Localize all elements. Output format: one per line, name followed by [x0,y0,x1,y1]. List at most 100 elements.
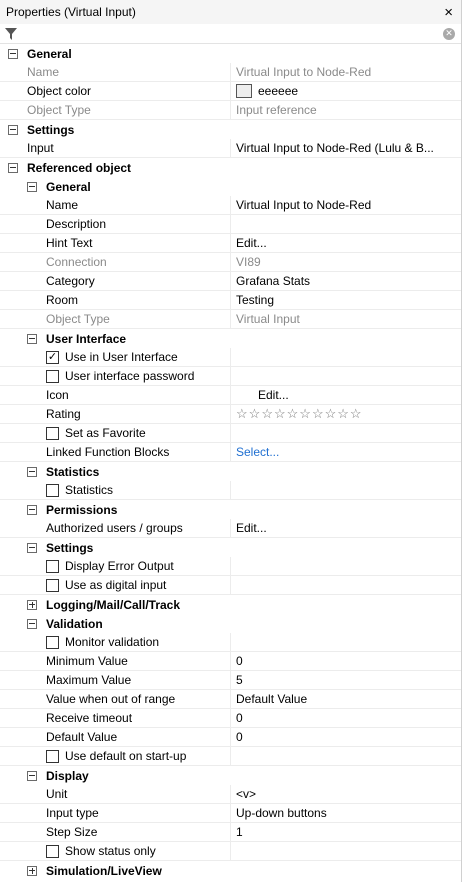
property-value[interactable]: Virtual Input to Node-Red [231,196,461,214]
property-row-error-output[interactable]: Display Error Output [0,557,461,576]
use-in-ui-checkbox[interactable]: ✓ [46,350,59,364]
icon-edit-link[interactable]: Edit... [231,386,461,404]
property-value[interactable]: 0 [231,652,461,670]
property-value[interactable]: 5 [231,671,461,689]
property-row-object-type[interactable]: Object Type Virtual Input [0,310,461,329]
property-value[interactable]: eeeeee [231,82,461,100]
property-row-default-value[interactable]: Default Value 0 [0,728,461,747]
collapse-icon[interactable] [27,618,37,629]
collapse-icon[interactable] [8,124,18,135]
subcategory-settings[interactable]: Settings [0,538,461,557]
status-only-checkbox[interactable] [46,844,59,858]
subcategory-logging[interactable]: Logging/Mail/Call/Track [0,595,461,614]
star-icon[interactable]: ☆ [325,406,337,422]
subcategory-statistics[interactable]: Statistics [0,462,461,481]
property-row-room[interactable]: Room Testing [0,291,461,310]
clear-filter-icon[interactable]: ✕ [443,27,455,40]
star-icon[interactable]: ☆ [287,406,299,422]
property-row-minimum-value[interactable]: Minimum Value 0 [0,652,461,671]
star-icon[interactable]: ☆ [274,406,286,422]
property-row-statistics[interactable]: Statistics [0,481,461,500]
property-row-linked-blocks[interactable]: Linked Function Blocks Select... [0,443,461,462]
subcategory-simulation[interactable]: Simulation/LiveView [0,861,461,880]
property-row-ui-password[interactable]: User interface password [0,367,461,386]
ui-password-checkbox[interactable] [46,369,59,383]
property-label: Unit [0,785,231,803]
collapse-icon[interactable] [8,48,18,59]
filter-input[interactable] [22,25,443,42]
subcategory-user-interface[interactable]: User Interface [0,329,461,348]
authorized-edit-link[interactable]: Edit... [231,519,461,537]
collapse-icon[interactable] [27,504,37,515]
collapse-icon[interactable] [27,466,37,477]
expand-icon[interactable] [27,865,37,876]
property-row-unit[interactable]: Unit <v> [0,785,461,804]
star-icon[interactable]: ☆ [337,406,349,422]
property-row-object-color[interactable]: Object color eeeeee [0,82,461,101]
close-icon[interactable]: × [444,5,453,20]
property-value[interactable]: <v> [231,785,461,803]
property-row-status-only[interactable]: Show status only [0,842,461,861]
star-icon[interactable]: ☆ [350,406,362,422]
property-value[interactable] [231,215,461,233]
digital-input-checkbox[interactable] [46,578,59,592]
property-row-description[interactable]: Description [0,215,461,234]
property-row-category[interactable]: Category Grafana Stats [0,272,461,291]
property-value[interactable]: Virtual Input to Node-Red (Lulu & B... [231,139,461,157]
expand-icon[interactable] [27,599,37,610]
category-settings[interactable]: Settings [0,120,461,139]
property-row-object-type[interactable]: Object Type Input reference [0,101,461,120]
property-value[interactable]: Up-down buttons [231,804,461,822]
error-output-checkbox[interactable] [46,559,59,573]
subcategory-validation[interactable]: Validation [0,614,461,633]
category-general[interactable]: General [0,44,461,63]
property-row-icon[interactable]: Icon Edit... [0,386,461,405]
property-row-hint-text[interactable]: Hint Text Edit... [0,234,461,253]
star-icon[interactable]: ☆ [261,406,273,422]
favorite-checkbox[interactable] [46,426,59,440]
star-icon[interactable]: ☆ [312,406,324,422]
hint-edit-link[interactable]: Edit... [231,234,461,252]
star-rating[interactable]: ☆ ☆ ☆ ☆ ☆ ☆ ☆ ☆ ☆ ☆ [236,406,362,422]
property-row-connection[interactable]: Connection VI89 [0,253,461,272]
star-icon[interactable]: ☆ [236,406,248,422]
property-row-step-size[interactable]: Step Size 1 [0,823,461,842]
property-row-use-default[interactable]: Use default on start-up [0,747,461,766]
property-row-maximum-value[interactable]: Maximum Value 5 [0,671,461,690]
property-row-use-in-ui[interactable]: ✓ Use in User Interface [0,348,461,367]
star-icon[interactable]: ☆ [299,406,311,422]
property-row-input[interactable]: Input Virtual Input to Node-Red (Lulu & … [0,139,461,158]
property-row-name[interactable]: Name Virtual Input to Node-Red [0,63,461,82]
rating-stars[interactable]: ☆ ☆ ☆ ☆ ☆ ☆ ☆ ☆ ☆ ☆ [231,405,461,423]
property-value[interactable]: 0 [231,728,461,746]
monitor-validation-checkbox[interactable] [46,635,59,649]
property-row-rating[interactable]: Rating ☆ ☆ ☆ ☆ ☆ ☆ ☆ ☆ ☆ ☆ [0,405,461,424]
property-value[interactable]: Grafana Stats [231,272,461,290]
property-value[interactable]: 1 [231,823,461,841]
collapse-icon[interactable] [27,333,37,344]
subcategory-permissions[interactable]: Permissions [0,500,461,519]
property-value[interactable]: Testing [231,291,461,309]
collapse-icon[interactable] [27,181,37,192]
subcategory-display[interactable]: Display [0,766,461,785]
collapse-icon[interactable] [8,162,18,173]
category-referenced-object[interactable]: Referenced object [0,158,461,177]
subcategory-general[interactable]: General [0,177,461,196]
property-row-monitor-validation[interactable]: Monitor validation [0,633,461,652]
collapse-icon[interactable] [27,542,37,553]
collapse-icon[interactable] [27,770,37,781]
property-row-authorized[interactable]: Authorized users / groups Edit... [0,519,461,538]
property-row-out-of-range[interactable]: Value when out of range Default Value [0,690,461,709]
statistics-checkbox[interactable] [46,483,59,497]
property-row-digital-input[interactable]: Use as digital input [0,576,461,595]
property-value[interactable]: Default Value [231,690,461,708]
property-row-input-type[interactable]: Input type Up-down buttons [0,804,461,823]
color-swatch[interactable] [236,84,252,98]
property-row-favorite[interactable]: Set as Favorite [0,424,461,443]
property-row-receive-timeout[interactable]: Receive timeout 0 [0,709,461,728]
use-default-checkbox[interactable] [46,749,59,763]
star-icon[interactable]: ☆ [249,406,261,422]
property-value[interactable]: 0 [231,709,461,727]
property-row-name[interactable]: Name Virtual Input to Node-Red [0,196,461,215]
linked-select-link[interactable]: Select... [231,443,461,461]
